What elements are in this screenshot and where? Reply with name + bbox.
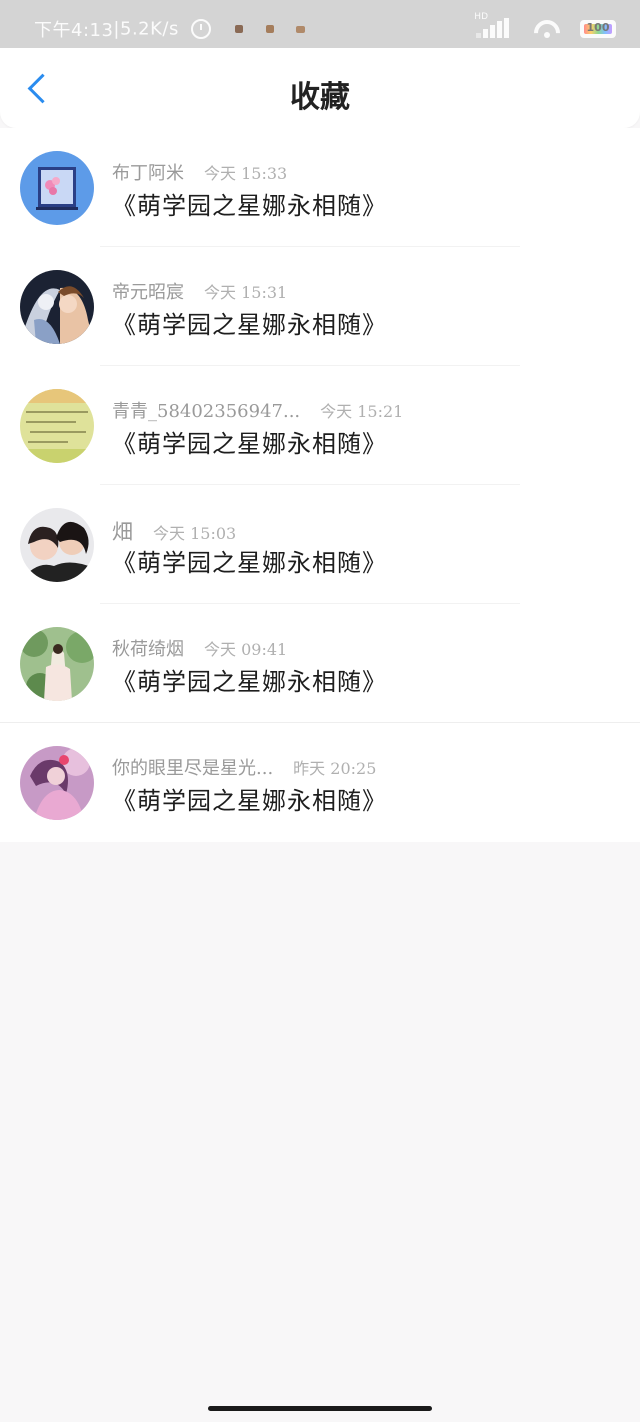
item-meta: 秋荷绮烟 今天 09:41	[112, 635, 287, 661]
battery-icon: 100	[580, 20, 616, 38]
status-bar: 下午4:13|5.2K/s HD 100	[0, 0, 640, 48]
avatar-image	[20, 270, 94, 344]
username[interactable]: 青青_58402356947...	[112, 401, 300, 422]
list-item[interactable]: 布丁阿米 今天 15:33 《萌学园之星娜永相随》	[0, 128, 640, 247]
timestamp: 今天 15:21	[320, 402, 404, 421]
username[interactable]: 秋荷绮烟	[112, 639, 184, 660]
avatar[interactable]	[20, 270, 94, 344]
alarm-icon	[191, 19, 212, 39]
work-title[interactable]: 《萌学园之星娜永相随》	[112, 543, 387, 578]
item-meta: 你的眼里尽是星光... 昨天 20:25	[112, 754, 376, 780]
header: 收藏	[0, 48, 640, 128]
timestamp: 今天 09:41	[204, 640, 288, 659]
avatar-image	[20, 627, 94, 701]
notification-icon	[295, 25, 305, 33]
favorites-list: 布丁阿米 今天 15:33 《萌学园之星娜永相随》 帝元昭宸 今天 15:31 《萌…	[0, 128, 640, 842]
work-title[interactable]: 《萌学园之星娜永相随》	[112, 781, 387, 816]
network-speed: 5.2K/s	[120, 18, 179, 40]
item-meta: 青青_58402356947... 今天 15:21	[112, 397, 403, 423]
home-indicator[interactable]	[208, 1406, 432, 1411]
battery-percent: 100	[586, 21, 610, 34]
work-title[interactable]: 《萌学园之星娜永相随》	[112, 305, 387, 340]
list-item[interactable]: 帝元昭宸 今天 15:31 《萌学园之星娜永相随》	[0, 247, 640, 366]
status-separator: |	[113, 18, 120, 40]
notification-icon	[235, 25, 244, 33]
work-title[interactable]: 《萌学园之星娜永相随》	[112, 662, 387, 697]
item-meta: 帝元昭宸 今天 15:31	[112, 278, 287, 304]
work-title[interactable]: 《萌学园之星娜永相随》	[112, 424, 387, 459]
item-meta: 畑 今天 15:03	[112, 516, 236, 546]
signal-icon	[462, 18, 509, 38]
username[interactable]: 你的眼里尽是星光...	[112, 758, 273, 779]
list-item[interactable]: 你的眼里尽是星光... 昨天 20:25 《萌学园之星娜永相随》	[0, 723, 640, 842]
timestamp: 今天 15:31	[204, 283, 288, 302]
username[interactable]: 畑	[112, 520, 133, 544]
status-left: 下午4:13|5.2K/s	[34, 16, 305, 42]
timestamp: 今天 15:33	[204, 164, 288, 183]
page-title: 收藏	[290, 80, 350, 115]
item-meta: 布丁阿米 今天 15:33	[112, 159, 287, 185]
list-item[interactable]: 畑 今天 15:03 《萌学园之星娜永相随》	[0, 485, 640, 604]
username[interactable]: 帝元昭宸	[112, 282, 184, 303]
list-item[interactable]: 青青_58402356947... 今天 15:21 《萌学园之星娜永相随》	[0, 366, 640, 485]
wifi-icon	[534, 20, 560, 38]
work-title[interactable]: 《萌学园之星娜永相随》	[112, 186, 387, 221]
avatar[interactable]	[20, 389, 94, 463]
avatar[interactable]	[20, 151, 94, 225]
avatar[interactable]	[20, 508, 94, 582]
avatar-image	[20, 746, 94, 820]
avatar[interactable]	[20, 746, 94, 820]
avatar-image	[20, 389, 94, 463]
timestamp: 今天 15:03	[153, 524, 237, 543]
username[interactable]: 布丁阿米	[112, 163, 184, 184]
avatar-image	[20, 508, 94, 582]
status-time: 下午4:13	[34, 20, 114, 41]
avatar[interactable]	[20, 627, 94, 701]
list-item[interactable]: 秋荷绮烟 今天 09:41 《萌学园之星娜永相随》	[0, 604, 640, 723]
notification-icon	[265, 25, 274, 33]
timestamp: 昨天 20:25	[293, 759, 377, 778]
avatar-image	[20, 151, 94, 225]
